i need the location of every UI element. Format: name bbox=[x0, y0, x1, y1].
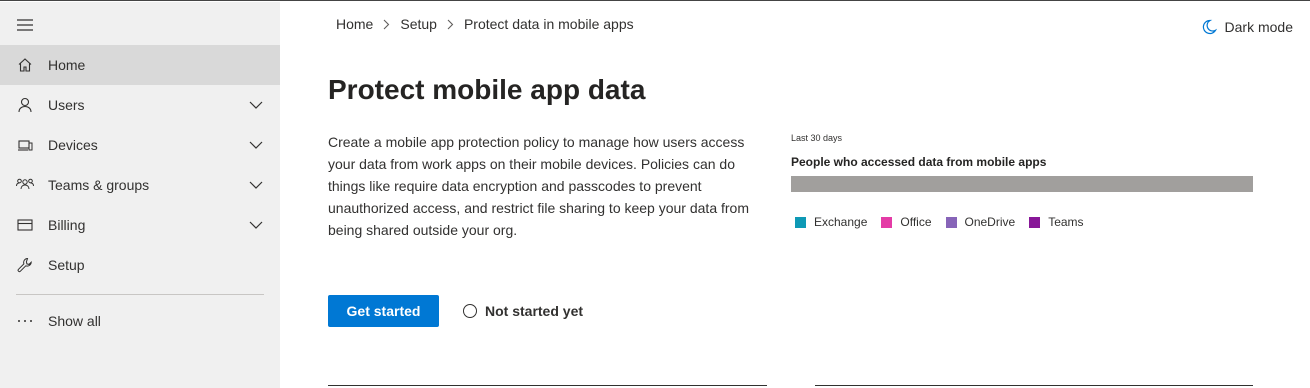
dark-mode-label: Dark mode bbox=[1224, 19, 1293, 35]
chevron-down-icon bbox=[248, 97, 264, 113]
status-circle-icon bbox=[463, 304, 477, 318]
sidebar-item-show-all[interactable]: Show all bbox=[0, 301, 280, 341]
section-divider bbox=[815, 385, 1253, 386]
legend-item-exchange: Exchange bbox=[795, 215, 867, 229]
moon-icon bbox=[1201, 19, 1217, 35]
chart-legend: Exchange Office OneDrive Teams bbox=[795, 215, 1098, 229]
status-indicator: Not started yet bbox=[463, 303, 583, 319]
people-group-icon bbox=[16, 176, 34, 194]
get-started-button[interactable]: Get started bbox=[328, 295, 439, 327]
usage-bar bbox=[791, 176, 1253, 192]
wrench-icon bbox=[16, 256, 34, 274]
person-icon bbox=[16, 96, 34, 114]
usage-bar-fill bbox=[791, 176, 1253, 192]
status-label: Not started yet bbox=[485, 303, 584, 319]
page-title: Protect mobile app data bbox=[328, 74, 646, 105]
sidebar-item-setup[interactable]: Setup bbox=[0, 245, 280, 285]
breadcrumb-home[interactable]: Home bbox=[336, 16, 373, 32]
sidebar-item-devices[interactable]: Devices bbox=[0, 125, 280, 165]
chart-title: People who accessed data from mobile app… bbox=[791, 155, 1047, 169]
breadcrumb-current-page: Protect data in mobile apps bbox=[463, 16, 634, 32]
dark-mode-toggle[interactable]: Dark mode bbox=[1201, 19, 1293, 35]
legend-label: Teams bbox=[1048, 215, 1084, 229]
legend-item-office: Office bbox=[881, 215, 932, 229]
devices-icon bbox=[16, 136, 34, 154]
legend-label: Exchange bbox=[814, 215, 868, 229]
left-navigation: Home Users Devices Teams & groups Billin… bbox=[0, 2, 280, 388]
legend-swatch bbox=[945, 216, 957, 228]
sidebar-divider bbox=[16, 294, 264, 295]
legend-label: Office bbox=[900, 215, 932, 229]
sidebar-item-label: Billing bbox=[48, 217, 86, 233]
legend-swatch bbox=[1029, 216, 1041, 228]
sidebar-item-billing[interactable]: Billing bbox=[0, 205, 280, 245]
sidebar-item-label: Devices bbox=[48, 137, 98, 153]
legend-swatch bbox=[795, 216, 806, 228]
breadcrumb-setup[interactable]: Setup bbox=[400, 16, 437, 32]
legend-item-teams: Teams bbox=[1029, 215, 1084, 229]
chart-period: Last 30 days bbox=[791, 133, 843, 143]
chevron-down-icon bbox=[248, 137, 264, 153]
credit-card-icon bbox=[16, 216, 34, 234]
sidebar-item-label: Show all bbox=[48, 313, 101, 329]
hamburger-menu-icon[interactable] bbox=[14, 14, 36, 36]
sidebar-item-users[interactable]: Users bbox=[0, 85, 280, 125]
breadcrumb: Home Setup Protect data in mobile apps bbox=[336, 16, 634, 32]
sidebar-item-label: Home bbox=[48, 57, 86, 73]
sidebar-item-label: Teams & groups bbox=[48, 177, 150, 193]
legend-item-onedrive: OneDrive bbox=[945, 215, 1016, 229]
chevron-right-icon bbox=[447, 19, 454, 30]
sidebar-item-label: Users bbox=[48, 97, 85, 113]
legend-swatch bbox=[881, 216, 893, 228]
legend-label: OneDrive bbox=[964, 215, 1016, 229]
sidebar-item-label: Setup bbox=[48, 257, 85, 273]
chevron-down-icon bbox=[248, 177, 264, 193]
section-divider bbox=[328, 385, 767, 386]
home-icon bbox=[16, 56, 34, 74]
sidebar-item-home[interactable]: Home bbox=[0, 45, 280, 85]
page-description: Create a mobile app protection policy to… bbox=[328, 134, 749, 238]
chevron-down-icon bbox=[248, 217, 264, 233]
chevron-right-icon bbox=[383, 19, 390, 30]
sidebar-item-teams-groups[interactable]: Teams & groups bbox=[0, 165, 280, 205]
ellipsis-icon bbox=[16, 312, 34, 330]
